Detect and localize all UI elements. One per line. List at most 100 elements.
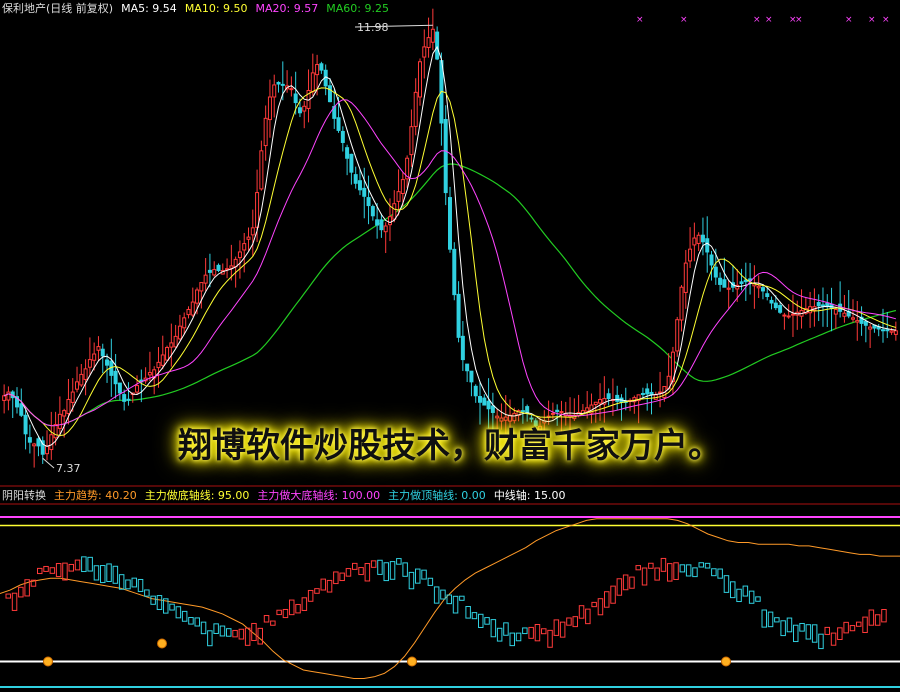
ma5-legend: MA5: 9.54 xyxy=(121,2,177,15)
candle-body xyxy=(482,397,487,406)
candle-body xyxy=(242,243,247,251)
candle-body xyxy=(486,400,491,410)
candle-body xyxy=(645,388,650,395)
candle-body xyxy=(297,107,302,114)
candle-body xyxy=(237,251,242,259)
candle-body xyxy=(640,392,645,395)
signal-dot xyxy=(43,656,53,667)
candle-body xyxy=(349,153,354,173)
candle-body xyxy=(773,302,778,309)
candle-body xyxy=(345,147,350,159)
candle-body xyxy=(105,359,110,366)
candle-body xyxy=(156,361,161,369)
candle-body xyxy=(842,312,847,317)
candle-body xyxy=(396,191,401,202)
candle-body xyxy=(460,335,465,361)
candle-body xyxy=(340,130,345,143)
candle-body xyxy=(57,413,62,429)
candle-body xyxy=(53,424,58,439)
candle-body xyxy=(186,308,191,316)
candle-body xyxy=(276,81,281,85)
candle-body xyxy=(263,117,268,147)
candle-body xyxy=(675,319,680,352)
candle-body xyxy=(267,96,272,121)
mid-axis-legend: 中线轴: 15.00 xyxy=(493,489,566,502)
candle-body xyxy=(598,398,603,404)
candle-body xyxy=(336,117,341,131)
candle-body xyxy=(392,203,397,220)
candle-body xyxy=(615,394,620,402)
candle-body xyxy=(357,180,362,191)
candle-body xyxy=(79,373,84,386)
candle-body xyxy=(700,234,705,243)
candle-body xyxy=(782,314,787,317)
candle-body xyxy=(83,368,88,380)
candle-body xyxy=(850,317,855,320)
candle-body xyxy=(679,286,684,321)
candle-body xyxy=(786,315,791,318)
candle-body xyxy=(32,443,37,447)
candle-body xyxy=(6,391,11,401)
candle-body xyxy=(310,72,315,93)
candle-body xyxy=(49,434,54,451)
candle-body xyxy=(366,197,371,207)
signal-dot xyxy=(721,656,731,667)
candle-body xyxy=(62,410,67,417)
candle-body xyxy=(478,396,483,403)
candle-body xyxy=(36,438,41,447)
candle-body xyxy=(70,391,75,403)
candle-body xyxy=(473,385,478,397)
candle-body xyxy=(246,236,251,240)
chart-title: 保利地产(日线 前复权) xyxy=(2,2,114,15)
candle-body xyxy=(216,264,221,272)
candle-body xyxy=(23,414,28,435)
candle-body xyxy=(113,370,118,385)
candle-body xyxy=(383,225,388,233)
cross-marker: × xyxy=(868,15,876,25)
candle-body xyxy=(379,219,384,231)
candle-body xyxy=(173,335,178,348)
candle-body xyxy=(760,287,765,292)
candle-body xyxy=(550,412,555,415)
candle-body xyxy=(593,401,598,406)
candle-body xyxy=(469,370,474,383)
cross-marker: × xyxy=(636,15,644,25)
candle-body xyxy=(718,277,723,285)
signal-dot xyxy=(407,656,417,667)
candle-body xyxy=(229,265,234,269)
candle-body xyxy=(426,37,431,48)
candle-body xyxy=(199,282,204,292)
candle-body xyxy=(778,305,783,313)
candle-body xyxy=(272,84,277,98)
candle-body xyxy=(443,118,448,194)
candle-body xyxy=(555,409,560,413)
candle-body xyxy=(452,248,457,296)
candle-body xyxy=(658,391,663,394)
candle-body xyxy=(169,342,174,348)
candle-body xyxy=(27,437,32,443)
candle-body xyxy=(709,254,714,266)
candle-body xyxy=(280,83,285,86)
candle-body xyxy=(203,274,208,284)
candle-body xyxy=(117,382,122,394)
candle-body xyxy=(250,227,255,236)
candle-body xyxy=(833,308,838,315)
candle-body xyxy=(722,279,727,288)
candle-body xyxy=(87,359,92,368)
candle-body xyxy=(559,411,564,414)
candle-body xyxy=(726,287,731,290)
cross-marker: × xyxy=(845,15,853,25)
candle-body xyxy=(362,187,367,197)
indicator-title: 阴阳转换 xyxy=(2,489,46,502)
stock-chart[interactable]: × × × × ×× × × × xyxy=(0,0,900,692)
candle-body xyxy=(456,293,461,338)
candle-body xyxy=(880,329,885,332)
candle-body xyxy=(75,381,80,390)
candle-body xyxy=(165,347,170,361)
cross-marker: × xyxy=(680,15,688,25)
candle-body xyxy=(195,289,200,304)
candle-body xyxy=(692,237,697,246)
candle-body xyxy=(435,31,440,60)
top-axis-legend: 主力做顶轴线: 0.00 xyxy=(388,489,486,502)
candle-body xyxy=(465,363,470,372)
